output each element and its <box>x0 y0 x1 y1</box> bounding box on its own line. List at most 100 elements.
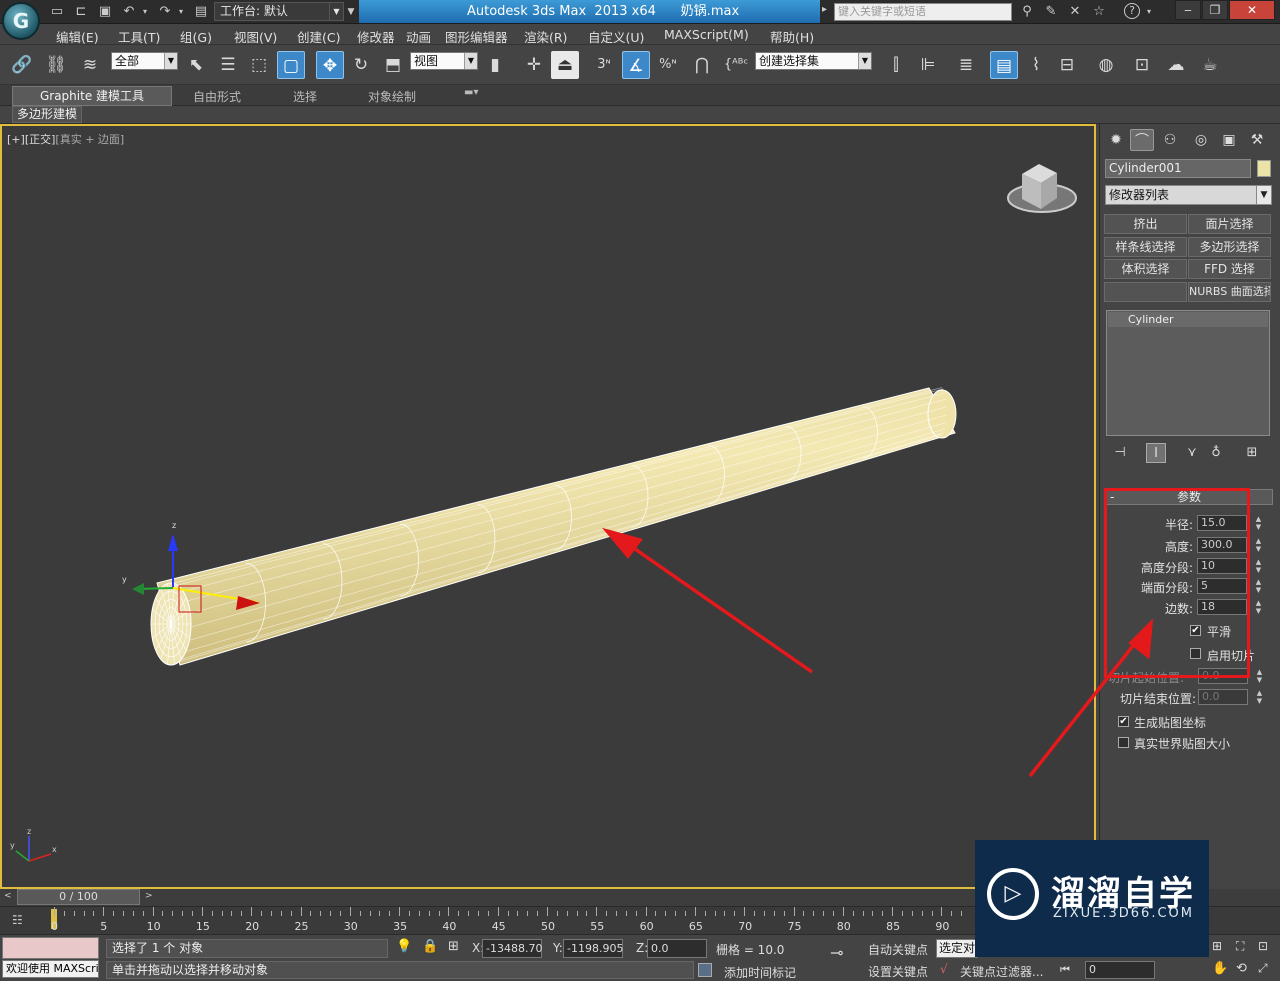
empty-modifier-button[interactable] <box>1104 282 1187 302</box>
select-by-name-icon[interactable]: ☰ <box>214 51 242 79</box>
reference-coordinate-dropdown[interactable]: 视图 ▼ <box>410 52 478 70</box>
quick-access-dropdown-icon[interactable]: ▼ <box>345 3 357 21</box>
ribbon-options-icon[interactable]: ▬▾ <box>464 87 478 98</box>
key-filter-icon[interactable]: √ <box>940 962 948 976</box>
cap-segments-input[interactable]: 5 <box>1197 578 1247 594</box>
remove-modifier-icon[interactable]: ♁ <box>1206 443 1226 463</box>
align-icon[interactable]: ⊫ <box>914 51 942 79</box>
slice-on-checkbox[interactable] <box>1190 648 1201 659</box>
ffd-select-button[interactable]: FFD 选择 <box>1188 259 1271 279</box>
x-coordinate-input[interactable]: -13488.70 <box>482 939 542 958</box>
menu-modifiers[interactable]: 修改器 <box>357 27 395 46</box>
slice-from-spinner-icon[interactable]: ▲ ▼ <box>1255 668 1264 684</box>
show-end-result-icon[interactable]: I <box>1146 443 1166 463</box>
redo-icon[interactable]: ↷ <box>156 3 174 21</box>
select-and-move-icon[interactable]: ✥ <box>316 51 344 79</box>
ribbon-tab-object-paint[interactable]: 对象绘制 <box>368 88 416 105</box>
pivot-center-icon[interactable]: ▮ <box>481 51 509 79</box>
schematic-view-icon[interactable]: ⊟ <box>1053 51 1081 79</box>
named-selection-dropdown[interactable]: 创建选择集 ▼ <box>755 52 872 70</box>
polygon-modeling-panel[interactable]: 多边形建模 <box>12 106 83 123</box>
ribbon-tab-graphite[interactable]: Graphite 建模工具 <box>12 86 172 106</box>
help-icon[interactable]: ? <box>1124 3 1140 19</box>
menu-views[interactable]: 视图(V) <box>234 27 277 46</box>
keyboard-shortcut-override-icon[interactable]: ⏏ <box>551 51 579 79</box>
zoom-all-icon[interactable]: ⛶ <box>1236 939 1244 954</box>
prev-frame-icon[interactable]: < <box>4 891 12 901</box>
select-and-scale-icon[interactable]: ⬒ <box>379 51 407 79</box>
modifier-list-dropdown[interactable]: 修改器列表 ▼ <box>1105 185 1272 205</box>
menu-animation[interactable]: 动画 <box>406 27 431 46</box>
undo-icon[interactable]: ↶ <box>120 3 138 21</box>
expand-arrow-icon[interactable]: ▸ <box>822 4 827 15</box>
volume-select-button[interactable]: 体积选择 <box>1104 259 1187 279</box>
perspective-viewport[interactable]: [+][正交][真实 + 边面] z y z y x <box>0 124 1096 889</box>
graphite-toggle-icon[interactable]: ▤ <box>990 51 1018 79</box>
poly-select-button[interactable]: 多边形选择 <box>1188 237 1271 257</box>
menu-create[interactable]: 创建(C) <box>297 27 340 46</box>
cap-segments-spinner-icon[interactable]: ▲ ▼ <box>1254 578 1263 594</box>
slice-to-spinner-icon[interactable]: ▲ ▼ <box>1255 689 1264 705</box>
spinner-snap-icon[interactable]: ⋂ <box>688 51 716 79</box>
menu-rendering[interactable]: 渲染(R) <box>524 27 567 46</box>
height-spinner-icon[interactable]: ▲ ▼ <box>1254 537 1263 553</box>
render-setup-icon[interactable]: ⊡ <box>1128 51 1156 79</box>
patch-select-button[interactable]: 面片选择 <box>1188 214 1271 234</box>
save-file-icon[interactable]: ▣ <box>96 3 114 21</box>
spline-select-button[interactable]: 样条线选择 <box>1104 237 1187 257</box>
menu-group[interactable]: 组(G) <box>180 27 212 46</box>
pan-hand-icon[interactable]: ✋ <box>1212 961 1228 976</box>
render-teapot-icon[interactable]: ☕ <box>1196 51 1224 79</box>
time-slider[interactable]: 0 / 100 <box>17 889 140 905</box>
object-name-field[interactable]: Cylinder001 <box>1105 159 1251 178</box>
create-tab-icon[interactable]: ✹ <box>1104 129 1128 151</box>
isolate-bulb-icon[interactable]: 💡 <box>396 939 412 954</box>
display-tab-icon[interactable]: ▣ <box>1217 129 1241 151</box>
menu-edit[interactable]: 编辑(E) <box>56 27 99 46</box>
sides-spinner-icon[interactable]: ▲ ▼ <box>1254 599 1263 615</box>
stack-item-cylinder[interactable]: Cylinder <box>1108 312 1268 327</box>
rendered-frame-icon[interactable]: ☁ <box>1162 51 1190 79</box>
key-filters-button[interactable]: 关键点过滤器... <box>960 963 1043 980</box>
z-coordinate-input[interactable]: 0.0 <box>647 939 707 958</box>
pin-stack-icon[interactable]: ⊣ <box>1110 443 1130 463</box>
key-icon[interactable]: ⊸ <box>830 943 843 962</box>
menu-customize[interactable]: 自定义(U) <box>588 27 644 46</box>
make-unique-icon[interactable]: ⋎ <box>1182 443 1202 463</box>
utilities-tab-icon[interactable]: ⚒ <box>1245 129 1269 151</box>
y-coordinate-input[interactable]: -1198.905 <box>563 939 623 958</box>
menu-tools[interactable]: 工具(T) <box>118 27 160 46</box>
absolute-mode-icon[interactable]: ⊞ <box>448 939 459 954</box>
layer-manager-icon[interactable]: ≣ <box>952 51 980 79</box>
percent-snap-icon[interactable]: %ᶰ <box>654 51 682 79</box>
orbit-icon[interactable]: ⟲ <box>1236 961 1247 976</box>
slice-to-input[interactable]: 0.0 <box>1198 689 1248 705</box>
viewcube[interactable] <box>1007 164 1077 213</box>
slice-from-input[interactable]: 0.0 <box>1198 668 1248 684</box>
zoom-region-icon[interactable]: ⊡ <box>1258 939 1268 953</box>
extrude-button[interactable]: 挤出 <box>1104 214 1187 234</box>
angle-snap-icon[interactable]: ∡ <box>622 51 650 79</box>
communication-center-icon[interactable]: ✎ <box>1042 3 1060 21</box>
menu-maxscript[interactable]: MAXScript(M) <box>664 27 749 42</box>
current-frame-input[interactable]: 0 <box>1085 961 1155 979</box>
maxscript-listener[interactable] <box>2 937 99 959</box>
ribbon-tab-selection[interactable]: 选择 <box>293 88 317 105</box>
edit-named-selections-icon[interactable]: {ᴬᴮᶜ <box>722 51 750 79</box>
redo-dropdown-icon[interactable]: ▾ <box>176 3 186 21</box>
generate-mapping-checkbox[interactable]: ✔ <box>1118 716 1129 727</box>
favorites-star-icon[interactable]: ☆ <box>1090 3 1108 21</box>
binoculars-icon[interactable]: ⚲ <box>1018 3 1036 21</box>
select-and-rotate-icon[interactable]: ↻ <box>347 51 375 79</box>
minimize-button[interactable]: ‒ <box>1175 0 1201 20</box>
cylinder-object[interactable] <box>150 387 957 666</box>
menu-help[interactable]: 帮助(H) <box>770 27 814 46</box>
rectangular-selection-icon[interactable]: ⬚ <box>245 51 273 79</box>
project-folder-icon[interactable]: ▤ <box>192 3 210 21</box>
selection-lock-icon[interactable]: 🔒 <box>422 939 438 954</box>
app-logo[interactable]: G <box>2 2 40 40</box>
select-and-link-icon[interactable]: 🔗 <box>8 51 36 79</box>
set-key-button[interactable]: 设置关键点 <box>868 963 928 980</box>
radius-spinner-icon[interactable]: ▲ ▼ <box>1254 515 1263 531</box>
workspace-dropdown[interactable]: 工作台: 默认 ▼ <box>214 2 344 21</box>
